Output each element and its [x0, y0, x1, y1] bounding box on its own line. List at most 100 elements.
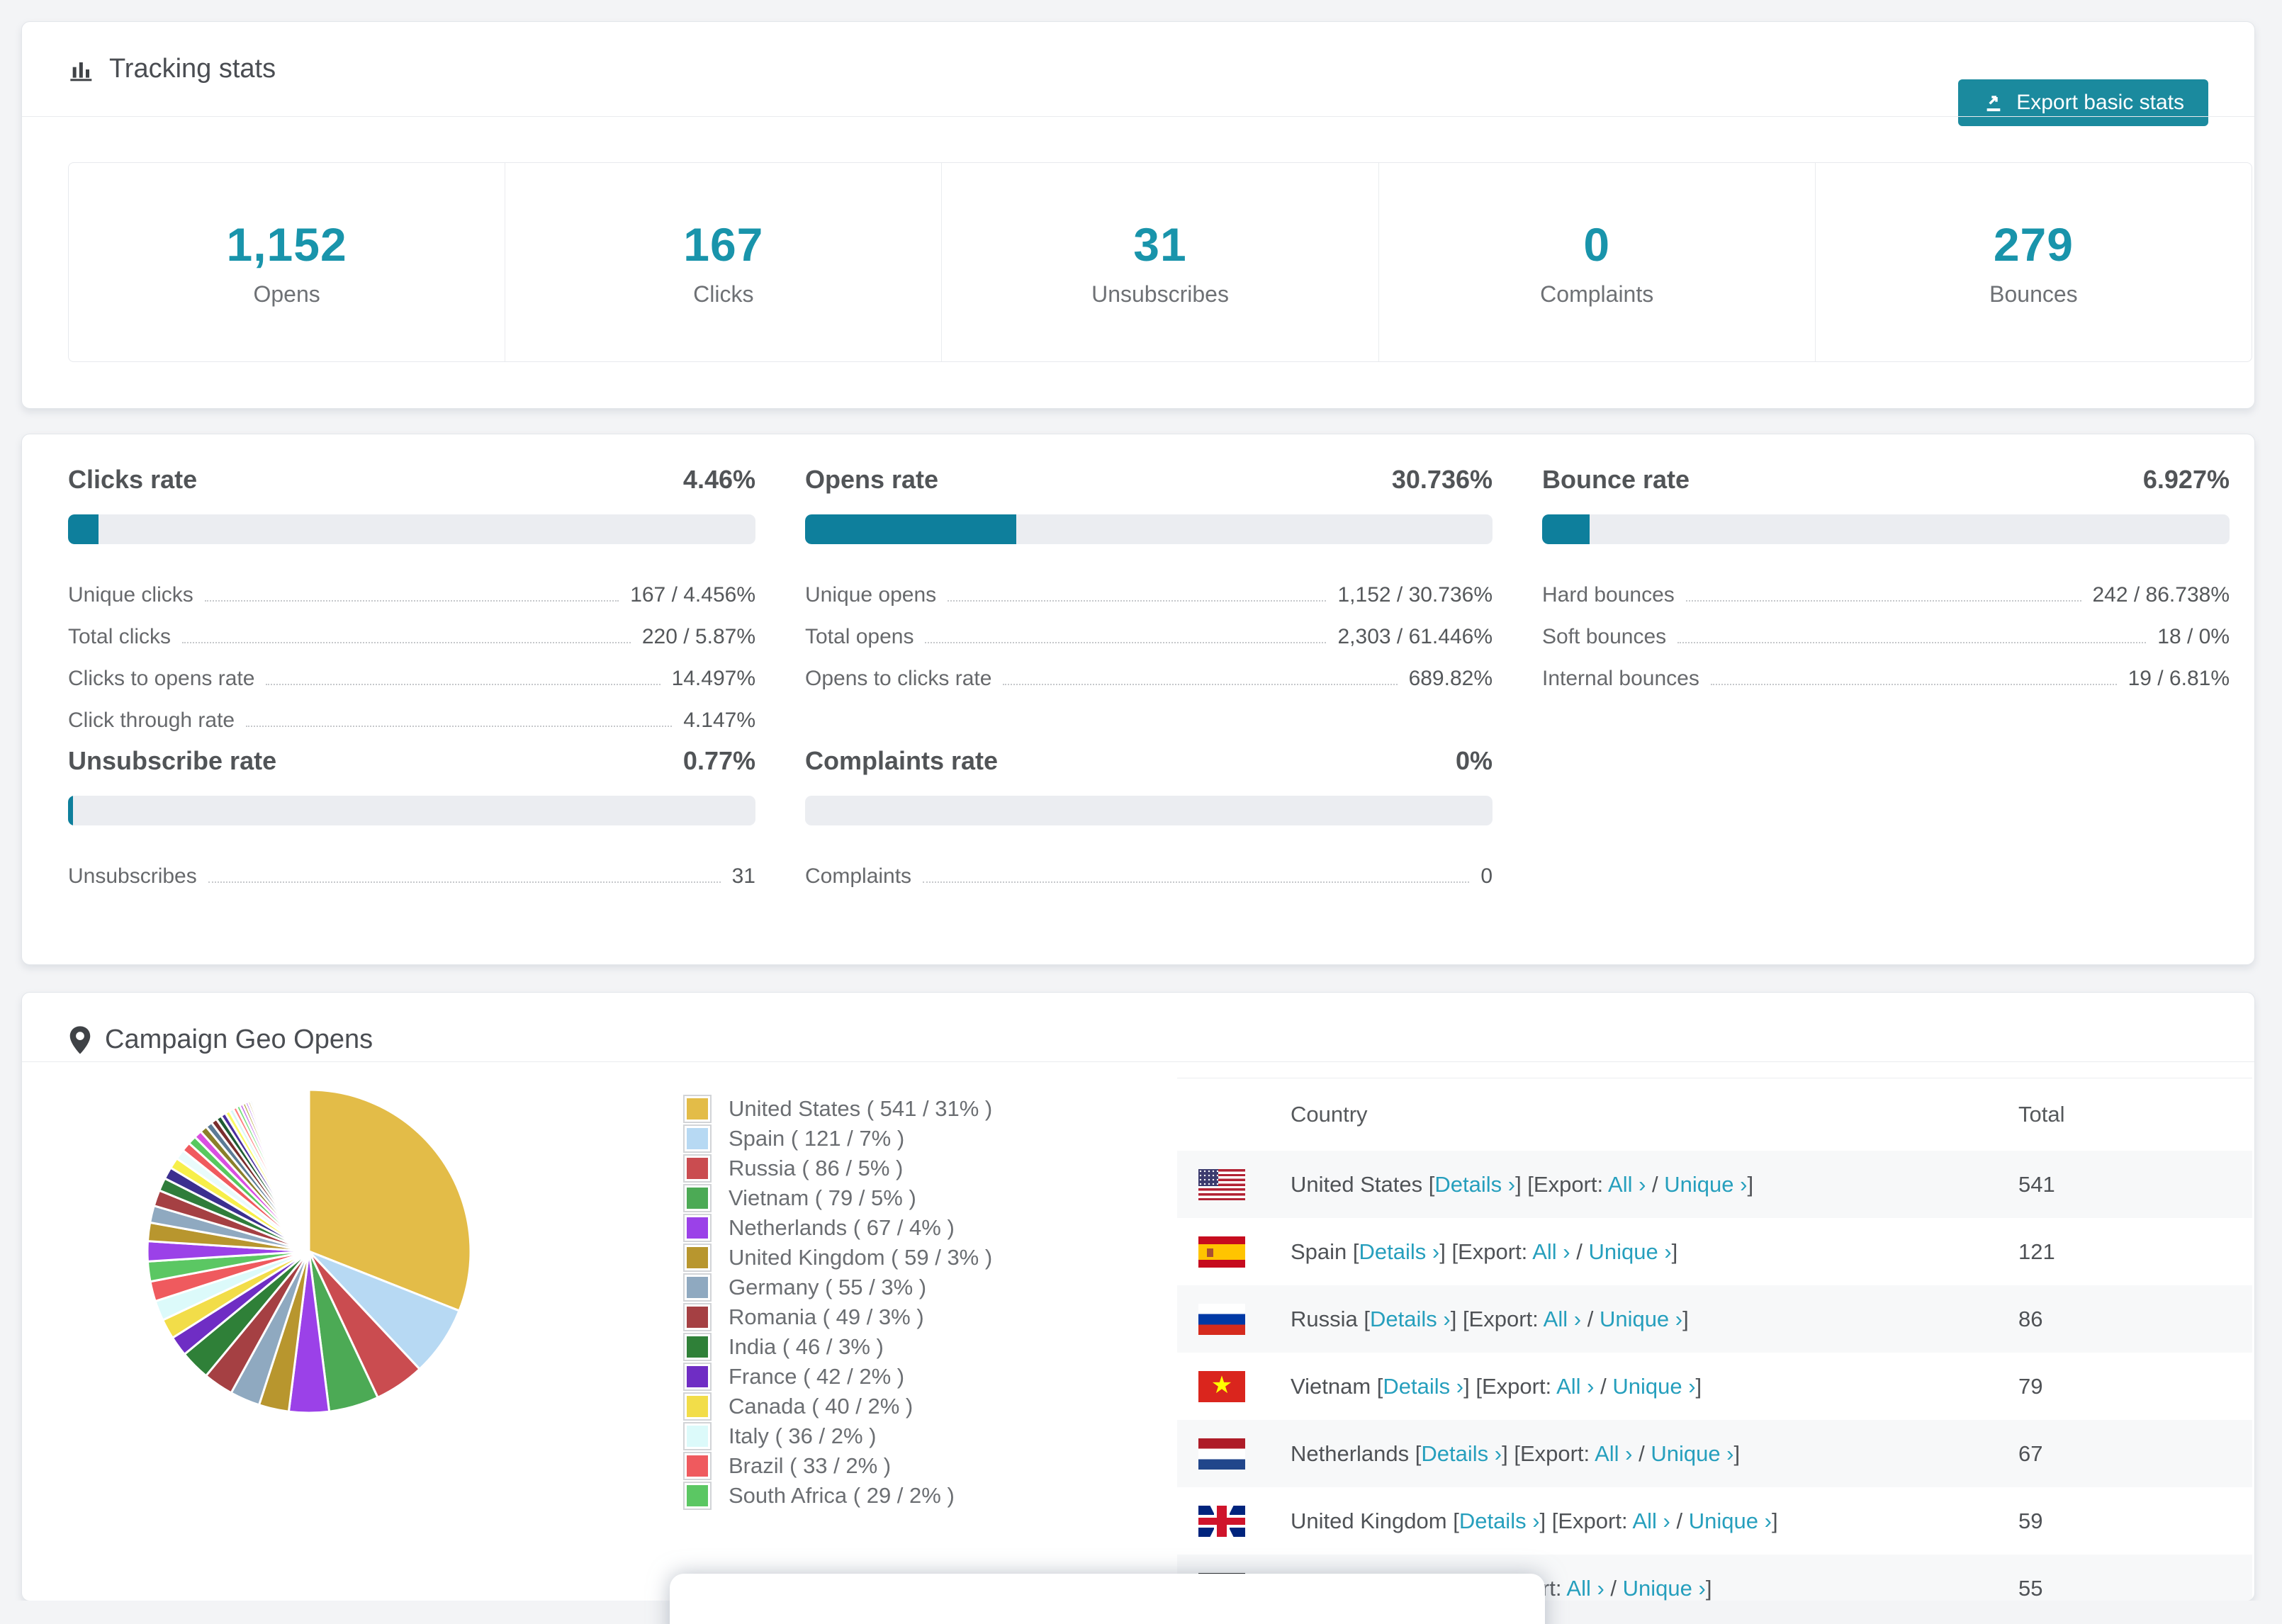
export-unique-link[interactable]: Unique ›: [1623, 1576, 1706, 1601]
rate-detail-value: 18 / 0%: [2157, 625, 2230, 648]
export-all-link[interactable]: All ›: [1566, 1576, 1604, 1601]
details-link[interactable]: Details ›: [1370, 1307, 1451, 1331]
unsubscribe-rate-title: Unsubscribe rate: [68, 746, 277, 775]
legend-item: Netherlands ( 67 / 4% ): [683, 1213, 992, 1243]
legend-swatch: [683, 1273, 712, 1302]
export-unique-link[interactable]: Unique ›: [1588, 1239, 1671, 1264]
legend-item: India ( 46 / 3% ): [683, 1332, 992, 1362]
export-button-label: Export basic stats: [2016, 91, 2184, 114]
opens-rate-bar: [805, 514, 1493, 544]
legend-label: Russia ( 86 / 5% ): [729, 1156, 904, 1180]
country-flag-icon: [1198, 1303, 1245, 1335]
country-flag-icon: [1198, 1438, 1245, 1470]
export-all-link[interactable]: All ›: [1595, 1441, 1632, 1466]
geo-table-header: Country Total: [1177, 1078, 2252, 1151]
legend-item: Canada ( 40 / 2% ): [683, 1392, 992, 1421]
bounce-rate-title: Bounce rate: [1542, 465, 1690, 494]
rate-detail-value: 19 / 6.81%: [2128, 667, 2230, 690]
dotted-leader: [1677, 642, 2147, 643]
country-total: 55: [2018, 1575, 2043, 1601]
legend-label: Canada ( 40 / 2% ): [729, 1394, 914, 1419]
dotted-leader: [204, 600, 619, 602]
stat-label: Complaints: [1540, 281, 1654, 307]
stat-value: 167: [683, 218, 764, 271]
export-unique-link[interactable]: Unique ›: [1651, 1441, 1733, 1466]
complaints-rate-value: 0%: [1455, 746, 1493, 775]
stat-cell: 31 Unsubscribes: [941, 163, 1378, 361]
export-all-link[interactable]: All ›: [1532, 1239, 1570, 1264]
total-column-header: Total: [2018, 1102, 2065, 1127]
rate-detail-value: 31: [731, 864, 755, 888]
export-all-link[interactable]: All ›: [1544, 1307, 1581, 1331]
geo-table: Country Total United States [Details ›] …: [1177, 1078, 2252, 1601]
rate-detail-label: Clicks to opens rate: [68, 667, 255, 690]
legend-swatch: [683, 1184, 712, 1212]
export-unique-link[interactable]: Unique ›: [1689, 1509, 1772, 1533]
rates-card: Clicks rate 4.46% Unique clicks 167 / 4.…: [21, 434, 2255, 965]
details-link[interactable]: Details ›: [1359, 1239, 1440, 1264]
opens-rate-fill: [805, 514, 1017, 544]
country-name: Netherlands: [1291, 1440, 1410, 1466]
pie-legend: United States ( 541 / 31% ) Spain ( 121 …: [683, 1094, 993, 1511]
rate-detail-label: Complaints: [805, 864, 912, 888]
bounce-rate-fill: [1542, 514, 1590, 544]
legend-label: Germany ( 55 / 3% ): [729, 1275, 927, 1299]
legend-swatch: [683, 1214, 712, 1242]
dotted-leader: [925, 642, 1327, 643]
opens-rate-panel: Opens rate 30.736% Unique opens 1,152 / …: [805, 465, 1493, 695]
tracking-stats-card: Tracking stats Export basic stats 1,152 …: [21, 21, 2255, 409]
stat-label: Opens: [253, 281, 320, 307]
stat-value: 31: [1133, 218, 1187, 271]
details-link[interactable]: Details ›: [1421, 1441, 1502, 1466]
export-unique-link[interactable]: Unique ›: [1664, 1172, 1747, 1197]
dotted-leader: [1710, 684, 2117, 685]
legend-label: India ( 46 / 3% ): [729, 1334, 884, 1359]
stat-cell: 0 Complaints: [1378, 163, 1815, 361]
geo-opens-card: Campaign Geo Opens United States ( 541 /…: [21, 992, 2255, 1601]
country-name: United Kingdom: [1291, 1508, 1447, 1533]
rate-detail-row: Unique clicks 167 / 4.456%: [68, 570, 755, 611]
dotted-leader: [208, 881, 721, 883]
export-basic-stats-button[interactable]: Export basic stats: [1958, 79, 2208, 126]
geo-table-row: United Kingdom [Details ›] [Export: All …: [1177, 1487, 2252, 1555]
export-unique-link[interactable]: Unique ›: [1612, 1374, 1695, 1399]
export-unique-link[interactable]: Unique ›: [1600, 1307, 1682, 1331]
unsubscribe-rate-fill: [68, 796, 74, 825]
geo-opens-pie-chart: [142, 1085, 476, 1418]
legend-item: Italy ( 36 / 2% ): [683, 1421, 992, 1451]
bounce-rate-bar: [1542, 514, 2230, 544]
rate-detail-row: Opens to clicks rate 689.82%: [805, 653, 1493, 695]
legend-item: Romania ( 49 / 3% ): [683, 1302, 992, 1332]
details-link[interactable]: Details ›: [1434, 1172, 1515, 1197]
stat-label: Unsubscribes: [1091, 281, 1229, 307]
rate-detail-row: Total clicks 220 / 5.87%: [68, 611, 755, 653]
geo-title-label: Campaign Geo Opens: [105, 1025, 373, 1054]
rate-detail-value: 689.82%: [1408, 667, 1493, 690]
rate-detail-value: 4.147%: [683, 709, 755, 732]
stat-value: 0: [1583, 218, 1611, 271]
export-all-link[interactable]: All ›: [1556, 1374, 1594, 1399]
rate-detail-row: Total opens 2,303 / 61.446%: [805, 611, 1493, 653]
country-flag-icon: [1198, 1505, 1245, 1537]
rate-detail-label: Click through rate: [68, 709, 235, 732]
page-title: Tracking stats: [68, 22, 276, 116]
dotted-leader: [948, 600, 1327, 602]
clicks-rate-panel: Clicks rate 4.46% Unique clicks 167 / 4.…: [68, 465, 755, 737]
legend-swatch: [683, 1363, 712, 1391]
bar-chart-icon: [70, 62, 92, 81]
legend-swatch: [683, 1303, 712, 1331]
complaints-rate-bar: [805, 796, 1493, 825]
country-total: 121: [2018, 1239, 2055, 1264]
legend-label: Spain ( 121 / 7% ): [729, 1126, 905, 1151]
export-all-link[interactable]: All ›: [1608, 1172, 1646, 1197]
pie-chart-svg: [146, 1088, 472, 1414]
country-total: 86: [2018, 1306, 2043, 1331]
header-divider: [22, 116, 2254, 117]
details-link[interactable]: Details ›: [1383, 1374, 1463, 1399]
country-name: Vietnam: [1291, 1373, 1371, 1399]
rate-detail-row: Click through rate 4.147%: [68, 695, 755, 737]
legend-label: United States ( 541 / 31% ): [729, 1096, 993, 1121]
legend-item: United Kingdom ( 59 / 3% ): [683, 1243, 992, 1273]
details-link[interactable]: Details ›: [1459, 1509, 1540, 1533]
export-all-link[interactable]: All ›: [1632, 1509, 1670, 1533]
